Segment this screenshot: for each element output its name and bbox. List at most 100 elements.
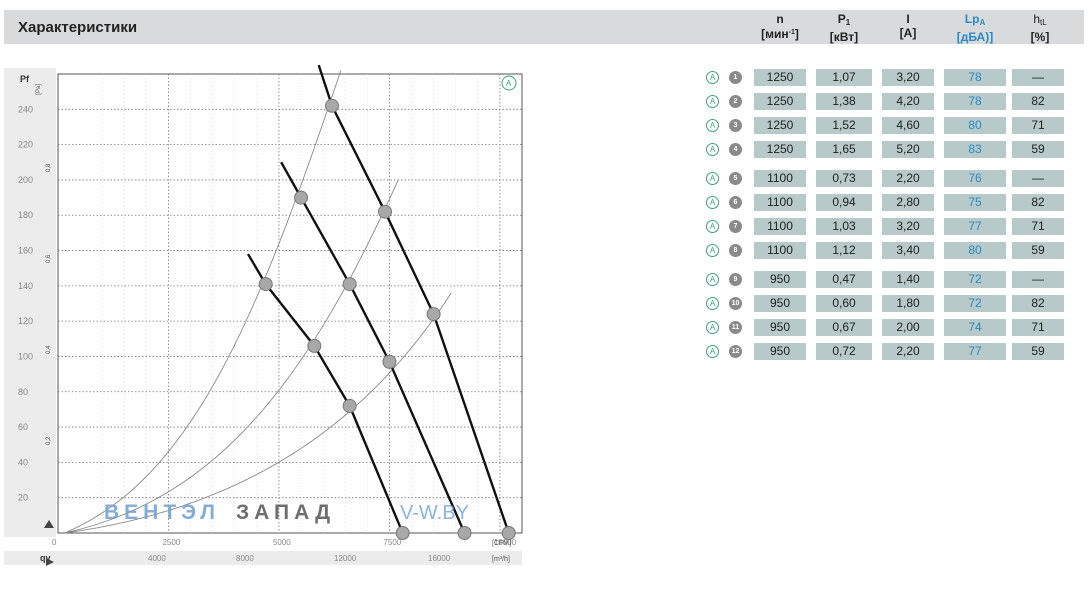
cell-i: 2,80 — [882, 194, 934, 211]
y-tick-label: 100 — [18, 351, 33, 361]
x-tick-label: 7500 — [383, 538, 401, 547]
y-axis-unit: [Pa] — [36, 84, 42, 95]
row-number-badge: 9 — [729, 273, 742, 286]
y-axis-band — [4, 68, 56, 537]
cell-htl: — — [1012, 271, 1064, 288]
chart: 20 40 60 80 100 120 140 160 180 200 220 240 0 2500 500… — [0, 62, 530, 582]
y-tick-label: 200 — [18, 175, 33, 185]
operating-point — [342, 398, 357, 413]
operating-point — [395, 526, 410, 540]
a-weighting-icon: A — [706, 321, 719, 334]
cell-n: 950 — [754, 319, 806, 336]
a-weighting-icon: A — [706, 95, 719, 108]
a-weighting-icon: A — [706, 71, 719, 84]
a-weighting-icon: A — [706, 244, 719, 257]
corner-mark: A — [506, 79, 512, 88]
cell-p1: 1,52 — [816, 117, 872, 134]
cell-i: 2,20 — [882, 170, 934, 187]
y-tick-label: 120 — [18, 316, 33, 326]
x2-tick-label: 12000 — [334, 554, 357, 563]
cell-i: 3,20 — [882, 69, 934, 86]
x2-axis-unit: [m³/h] — [492, 556, 510, 563]
cell-i: 3,40 — [882, 242, 934, 259]
cell-lpa: 72 — [944, 271, 1006, 288]
col-htl-name: htL — [1033, 12, 1047, 27]
col-p1-unit: [кВт] — [829, 30, 859, 44]
col-i-unit: [A] — [899, 26, 917, 40]
cell-n: 1250 — [754, 69, 806, 86]
cell-p1: 1,65 — [816, 141, 872, 158]
cell-htl: 59 — [1012, 141, 1064, 158]
operating-point — [307, 338, 322, 353]
y-tick-label: 240 — [18, 104, 33, 114]
row-number-badge: 10 — [729, 297, 742, 310]
cell-lpa: 77 — [944, 343, 1006, 360]
cell-lpa: 74 — [944, 319, 1006, 336]
operating-point — [258, 277, 273, 292]
cell-lpa: 80 — [944, 117, 1006, 134]
cell-i: 4,60 — [882, 117, 934, 134]
cell-lpa: 78 — [944, 93, 1006, 110]
cell-i: 5,20 — [882, 141, 934, 158]
y-tick-label: 160 — [18, 246, 33, 256]
cell-htl: — — [1012, 69, 1064, 86]
col-header-lpa: LpA [дБА)] — [944, 12, 1006, 44]
cell-lpa: 80 — [944, 242, 1006, 259]
cell-htl: — — [1012, 170, 1064, 187]
a-weighting-icon: A — [706, 196, 719, 209]
cell-i: 1,80 — [882, 295, 934, 312]
watermark-part1: ВЕНТЭЛ — [104, 501, 220, 524]
cell-htl: 71 — [1012, 319, 1064, 336]
operating-point — [457, 526, 472, 540]
col-lpa-unit: [дБА)] — [956, 30, 994, 44]
cell-n: 1250 — [754, 117, 806, 134]
col-htl-unit: [%] — [1030, 30, 1050, 44]
cell-p1: 0,73 — [816, 170, 872, 187]
cell-n: 950 — [754, 295, 806, 312]
watermark-part2: ЗАПАД — [236, 501, 335, 524]
operating-point — [324, 98, 339, 113]
cell-p1: 1,12 — [816, 242, 872, 259]
a-weighting-icon: A — [706, 172, 719, 185]
row-number-badge: 11 — [729, 321, 742, 334]
x2-tick-label: 16000 — [428, 554, 451, 563]
cell-p1: 1,38 — [816, 93, 872, 110]
col-header-p1: P1 [кВт] — [816, 12, 872, 44]
x-tick-label: 5000 — [273, 538, 291, 547]
cell-p1: 0,47 — [816, 271, 872, 288]
a-weighting-icon: A — [706, 143, 719, 156]
cell-i: 1,40 — [882, 271, 934, 288]
a-weighting-icon: A — [706, 220, 719, 233]
cell-lpa: 72 — [944, 295, 1006, 312]
y-tick-label: 80 — [18, 387, 28, 397]
x2-tick-label: 8000 — [236, 554, 254, 563]
cell-htl: 82 — [1012, 194, 1064, 211]
row-number-badge: 2 — [729, 95, 742, 108]
cell-lpa: 83 — [944, 141, 1006, 158]
row-number-badge: 12 — [729, 345, 742, 358]
operating-point — [501, 526, 516, 540]
y2-tick-label: 0,2 — [46, 436, 52, 445]
cell-p1: 0,60 — [816, 295, 872, 312]
cell-p1: 0,72 — [816, 343, 872, 360]
cell-n: 1100 — [754, 218, 806, 235]
y-axis-label: Pf — [20, 74, 30, 84]
y2-tick-label: 0,8 — [46, 163, 52, 172]
y-tick-label: 40 — [18, 457, 28, 467]
row-number-badge: 8 — [729, 244, 742, 257]
y-tick-label: 180 — [18, 210, 33, 220]
operating-point — [294, 190, 309, 205]
col-header-i: I [A] — [882, 12, 934, 40]
col-p1-name: P1 — [837, 12, 851, 27]
cell-n: 1250 — [754, 93, 806, 110]
chart-svg: 20 40 60 80 100 120 140 160 180 200 220 240 0 2500 500… — [4, 64, 523, 566]
cell-n: 1100 — [754, 170, 806, 187]
cell-htl: 71 — [1012, 117, 1064, 134]
col-n-unit: [мин-1] — [761, 27, 799, 41]
row-number-badge: 7 — [729, 220, 742, 233]
cell-i: 2,20 — [882, 343, 934, 360]
y2-tick-label: 0,6 — [46, 254, 52, 263]
cell-p1: 0,94 — [816, 194, 872, 211]
x2-tick-label: 4000 — [148, 554, 166, 563]
cell-n: 1250 — [754, 141, 806, 158]
